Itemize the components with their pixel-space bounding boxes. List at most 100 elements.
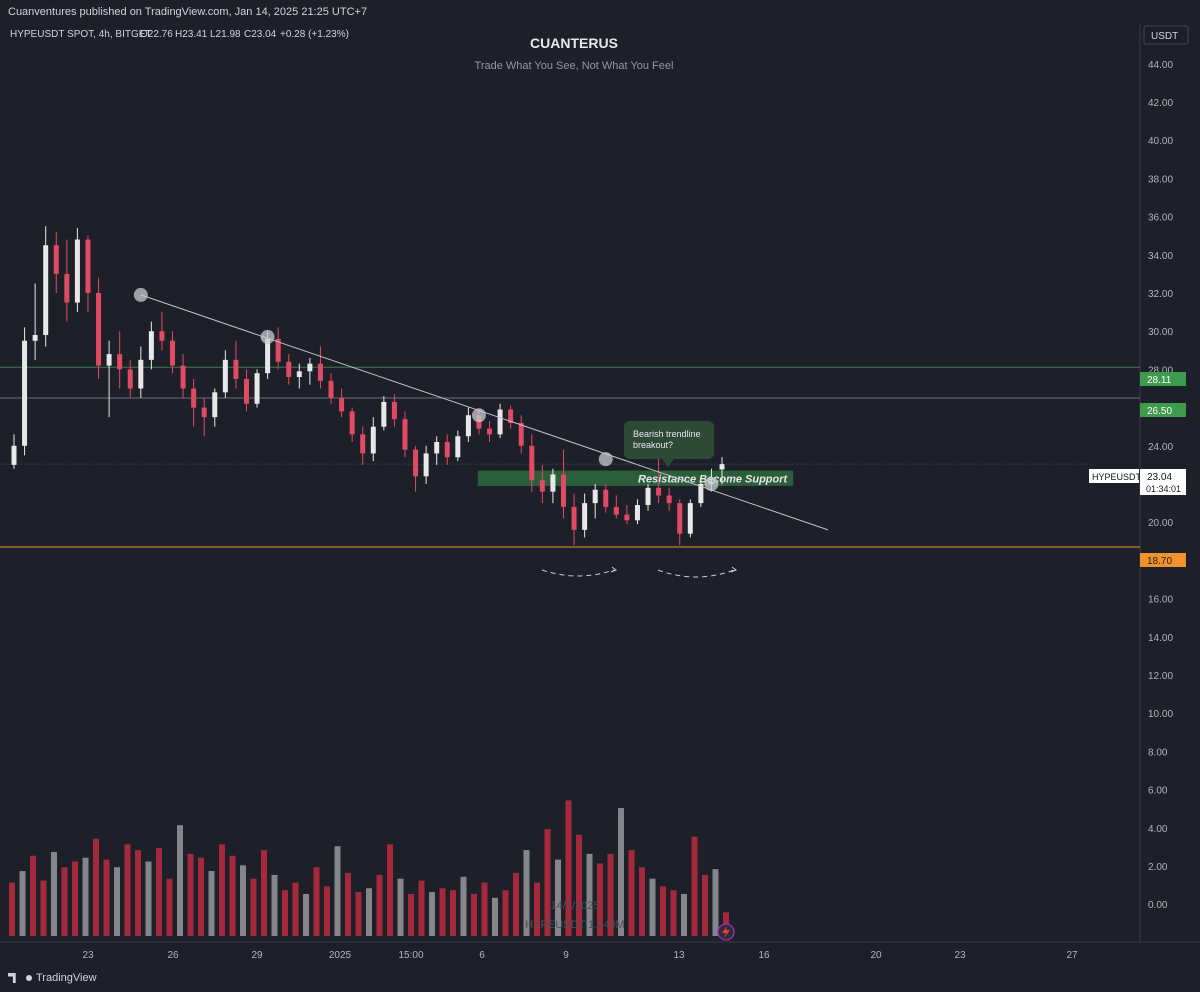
volume-bar — [282, 890, 288, 936]
volume-bar — [177, 825, 183, 936]
volume-bar — [460, 876, 467, 936]
support-zone: Resistance Become Support — [477, 470, 794, 486]
volume-bar — [271, 874, 278, 936]
volume-bar — [30, 855, 36, 936]
ohlc-low: L21.98 — [210, 29, 241, 40]
touch-point-marker — [133, 287, 148, 302]
touch-point-marker — [704, 477, 719, 491]
ohlc-high: H23.41 — [175, 29, 208, 40]
volume-bar — [219, 844, 225, 936]
volume-bar — [429, 892, 435, 936]
time-tick-label: 26 — [167, 950, 179, 961]
volume-bar — [40, 880, 47, 936]
volume-bar — [691, 836, 698, 936]
lightning-icon[interactable] — [717, 923, 735, 941]
candle-body — [391, 401, 397, 420]
footer-bar: TradingView — [0, 966, 1200, 992]
volume-bar — [313, 867, 320, 936]
ohlc-open: O22.76 — [140, 29, 173, 40]
candle-body — [191, 388, 197, 408]
price-chart[interactable]: HYPEUSDT SPOT, 4h, BITGET O22.76 H23.41 … — [0, 24, 1200, 966]
candle-body — [624, 514, 630, 521]
volume-bar — [492, 897, 498, 936]
candle-body — [666, 495, 672, 504]
level-label-mid: 26.50 — [1140, 403, 1186, 417]
candle-body — [106, 354, 112, 366]
touch-point-marker — [260, 329, 275, 344]
price-tick-label: 2.00 — [1148, 862, 1168, 873]
volume-bar — [376, 874, 383, 936]
candle-body — [43, 245, 49, 336]
volume-bar — [639, 867, 645, 936]
candle-body — [592, 489, 598, 504]
time-tick-label: 27 — [1066, 950, 1078, 961]
candle-body — [212, 392, 218, 418]
volume-bar — [481, 882, 488, 936]
price-tick-label: 4.00 — [1148, 824, 1168, 835]
time-axis-labels: 23 26 29 2025 15:00 6 9 13 16 20 23 27 — [82, 950, 1078, 961]
volume-bar — [229, 855, 236, 936]
candle-body — [613, 506, 619, 515]
countdown-text: 01:34:01 — [1146, 484, 1181, 494]
volume-bar — [513, 872, 519, 936]
chart-area[interactable]: HYPEUSDT SPOT, 4h, BITGET O22.76 H23.41 … — [0, 24, 1200, 966]
price-tick-label: 30.00 — [1148, 327, 1173, 338]
tradingview-logo-dot — [26, 975, 32, 981]
candle-body — [656, 487, 662, 496]
candle-body — [254, 373, 260, 404]
candle-body — [677, 503, 683, 534]
current-price-text: 23.04 — [1147, 472, 1172, 483]
time-tick-label: 13 — [673, 950, 685, 961]
price-tick-label: 42.00 — [1148, 98, 1173, 109]
candle-body — [539, 480, 545, 492]
price-tick-label: 38.00 — [1148, 174, 1173, 185]
volume-bar — [124, 844, 131, 936]
volume-bar — [366, 888, 372, 936]
volume-bar — [649, 878, 656, 936]
candle-body — [74, 239, 80, 303]
candle-body — [317, 363, 323, 381]
volume-bar — [387, 844, 393, 936]
candle-body — [170, 340, 176, 366]
candle-body — [286, 361, 292, 378]
time-tick-label: 6 — [479, 950, 485, 961]
time-tick-label: 23 — [954, 950, 966, 961]
volume-bar — [250, 878, 257, 936]
callout-line-1: Bearish trendline — [633, 429, 701, 439]
touch-point-marker — [471, 408, 486, 423]
candle-body — [634, 505, 640, 521]
volume-bar — [61, 867, 68, 936]
candle-body — [423, 453, 429, 477]
candle-body — [487, 428, 493, 435]
symbol-tag-text: HYPEUSDT — [1092, 472, 1142, 482]
level-label-upper: 28.11 — [1140, 372, 1186, 386]
price-tick-label: 14.00 — [1148, 633, 1173, 644]
tradingview-logo-icon — [8, 973, 16, 983]
candle-body — [328, 380, 334, 399]
candle-body — [465, 415, 471, 437]
candle-body — [645, 487, 651, 506]
candle-body — [85, 239, 91, 293]
volume-bar — [628, 850, 635, 936]
candle-body — [603, 489, 609, 507]
candle-body — [381, 401, 387, 427]
symbol-info: HYPEUSDT SPOT, 4h, BITGET — [10, 29, 152, 40]
candle-body — [360, 434, 366, 454]
level-support-text: 18.70 — [1147, 556, 1172, 567]
volume-bar — [82, 857, 89, 936]
candle-body — [719, 464, 725, 470]
volume-bar — [240, 865, 246, 936]
volume-bar — [9, 882, 15, 936]
candle-body — [434, 441, 440, 454]
price-tick-label: 8.00 — [1148, 747, 1168, 758]
volume-bar — [502, 890, 509, 936]
price-tick-label: 44.00 — [1148, 60, 1173, 71]
candle-body — [243, 378, 249, 404]
candle-body — [222, 359, 228, 393]
volume-bar — [51, 851, 57, 936]
volume-bar — [198, 857, 204, 936]
tradingview-logo[interactable]: TradingView — [8, 972, 97, 984]
volume-bar — [292, 882, 299, 936]
volume-bar — [208, 871, 215, 936]
time-tick-label: 23 — [82, 950, 94, 961]
